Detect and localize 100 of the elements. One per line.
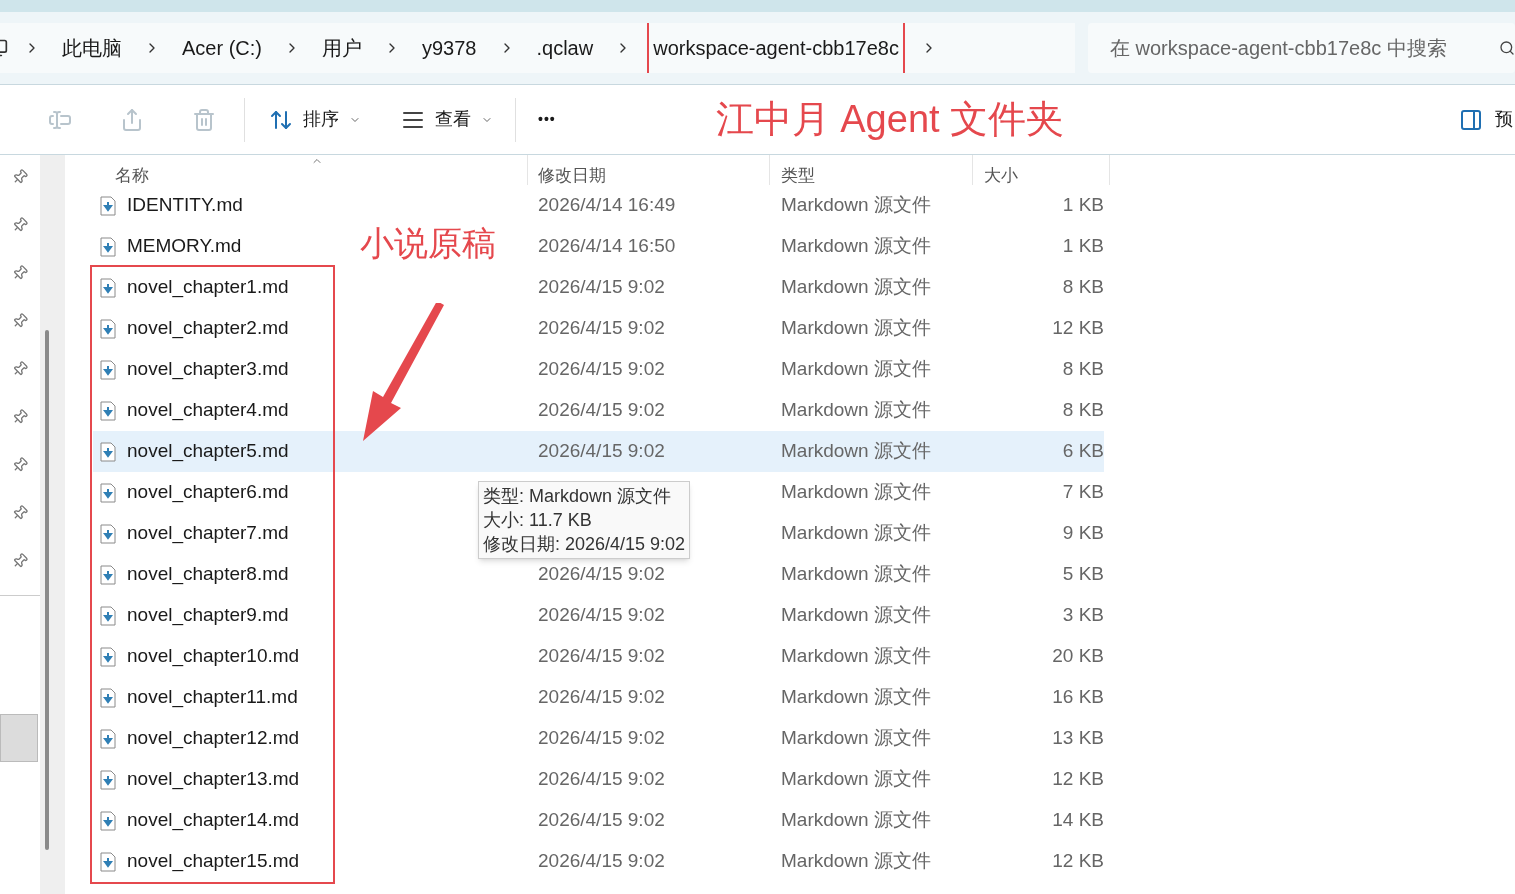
file-size: 14 KB <box>1052 809 1104 831</box>
modified-date: 2026/4/15 9:02 <box>538 604 665 626</box>
file-type: Markdown 源文件 <box>781 276 931 298</box>
file-name: novel_chapter13.md <box>127 767 300 792</box>
file-size: 1 KB <box>1062 235 1104 257</box>
markdown-file-icon <box>100 605 116 626</box>
markdown-file-icon <box>100 318 116 339</box>
view-button[interactable]: 查看 <box>401 106 493 133</box>
markdown-file-icon <box>100 810 116 831</box>
file-name: IDENTITY.md <box>127 193 243 218</box>
modified-date: 2026/4/15 9:02 <box>538 317 665 339</box>
markdown-file-icon <box>100 195 116 216</box>
scrollbar-thumb[interactable] <box>44 330 49 850</box>
preview-button[interactable]: 预 <box>1459 106 1513 133</box>
file-type: Markdown 源文件 <box>781 727 931 749</box>
file-name: novel_chapter11.md <box>127 685 298 710</box>
markdown-file-icon <box>100 482 116 503</box>
file-type: Markdown 源文件 <box>781 399 931 421</box>
breadcrumb-item[interactable]: 用户 <box>316 23 368 73</box>
modified-date: 2026/4/15 9:02 <box>538 399 665 421</box>
sort-button[interactable]: 排序 <box>269 106 361 133</box>
file-type: Markdown 源文件 <box>781 645 931 667</box>
modified-date: 2026/4/15 9:02 <box>538 850 665 872</box>
file-type: Markdown 源文件 <box>781 194 931 216</box>
file-type: Markdown 源文件 <box>781 358 931 380</box>
file-row[interactable]: novel_chapter5.md 2026/4/15 9:02 Markdown 源文件 6 KB <box>93 431 1104 472</box>
breadcrumb-item[interactable]: Acer (C:) <box>176 23 268 73</box>
annotation-label: 小说原稿 <box>360 223 496 264</box>
file-size: 7 KB <box>1062 481 1104 503</box>
column-header[interactable]: 类型 <box>770 155 973 185</box>
file-type: Markdown 源文件 <box>781 440 931 462</box>
markdown-file-icon <box>100 236 116 257</box>
file-size: 9 KB <box>1062 522 1104 544</box>
markdown-file-icon <box>100 400 116 421</box>
file-size: 6 KB <box>1062 440 1104 462</box>
file-type: Markdown 源文件 <box>781 563 931 585</box>
file-size: 12 KB <box>1052 768 1104 790</box>
file-name: novel_chapter4.md <box>127 398 289 423</box>
more-button[interactable]: ••• <box>538 109 556 130</box>
file-type: Markdown 源文件 <box>781 522 931 544</box>
file-type: Markdown 源文件 <box>781 604 931 626</box>
file-type: Markdown 源文件 <box>781 481 931 503</box>
file-type: Markdown 源文件 <box>781 235 931 257</box>
modified-date: 2026/4/15 9:02 <box>538 358 665 380</box>
file-name: novel_chapter3.md <box>127 357 289 382</box>
file-size: 20 KB <box>1052 645 1104 667</box>
modified-date: 2026/4/15 9:02 <box>538 686 665 708</box>
annotation-label: 江中月 Agent 文件夹 <box>715 97 1065 142</box>
column-header[interactable]: 名称 <box>93 155 528 185</box>
modified-date: 2026/4/15 9:02 <box>538 768 665 790</box>
file-size: 1 KB <box>1062 194 1104 216</box>
file-size: 8 KB <box>1062 399 1104 421</box>
search-icon <box>1499 40 1515 56</box>
file-size: 16 KB <box>1052 686 1104 708</box>
file-name: novel_chapter8.md <box>127 562 289 587</box>
modified-date: 2026/4/15 9:02 <box>538 563 665 585</box>
breadcrumb-item[interactable]: y9378 <box>416 23 483 73</box>
modified-date: 2026/4/15 9:02 <box>538 440 665 462</box>
file-name: novel_chapter2.md <box>127 316 289 341</box>
file-name: novel_chapter6.md <box>127 480 289 505</box>
markdown-file-icon <box>100 769 116 790</box>
file-type: Markdown 源文件 <box>781 850 931 872</box>
search-field[interactable]: 在 workspace-agent-cbb17e8c 中搜索 <box>1088 23 1515 73</box>
tooltip-line: 大小: 11.7 KB <box>483 509 593 532</box>
modified-date: 2026/4/15 9:02 <box>538 809 665 831</box>
breadcrumb-item[interactable]: .qclaw <box>530 23 600 73</box>
file-name: novel_chapter1.md <box>127 275 289 300</box>
file-size: 5 KB <box>1062 563 1104 585</box>
modified-date: 2026/4/15 9:02 <box>538 645 665 667</box>
file-size: 12 KB <box>1052 317 1104 339</box>
tooltip-line: 修改日期: 2026/4/15 9:02 <box>483 533 686 556</box>
column-header[interactable]: 大小 <box>973 155 1110 185</box>
file-name: novel_chapter15.md <box>127 849 300 874</box>
markdown-file-icon <box>100 523 116 544</box>
file-type: Markdown 源文件 <box>781 317 931 339</box>
file-size: 8 KB <box>1062 358 1104 380</box>
markdown-file-icon <box>100 441 116 462</box>
markdown-file-icon <box>100 359 116 380</box>
markdown-file-icon <box>100 646 116 667</box>
modified-date: 2026/4/14 16:50 <box>538 235 676 257</box>
file-name: novel_chapter14.md <box>127 808 300 833</box>
file-name: novel_chapter10.md <box>127 644 300 669</box>
file-name: MEMORY.md <box>127 234 242 259</box>
panel-icon <box>1459 107 1483 132</box>
breadcrumb-item[interactable]: 此电脑 <box>56 23 128 73</box>
markdown-file-icon <box>100 851 116 872</box>
file-type: Markdown 源文件 <box>781 768 931 790</box>
column-header[interactable]: 修改日期 <box>528 155 770 185</box>
file-size: 8 KB <box>1062 276 1104 298</box>
file-size: 13 KB <box>1052 727 1104 749</box>
markdown-file-icon <box>100 728 116 749</box>
file-name: novel_chapter9.md <box>127 603 289 628</box>
breadcrumb-item[interactable]: workspace-agent-cbb17e8c <box>647 23 905 73</box>
file-type: Markdown 源文件 <box>781 686 931 708</box>
file-name: novel_chapter12.md <box>127 726 300 751</box>
modified-date: 2026/4/15 9:02 <box>538 727 665 749</box>
modified-date: 2026/4/14 16:49 <box>538 194 676 216</box>
markdown-file-icon <box>100 687 116 708</box>
file-size: 12 KB <box>1052 850 1104 872</box>
file-name: novel_chapter5.md <box>127 439 289 464</box>
